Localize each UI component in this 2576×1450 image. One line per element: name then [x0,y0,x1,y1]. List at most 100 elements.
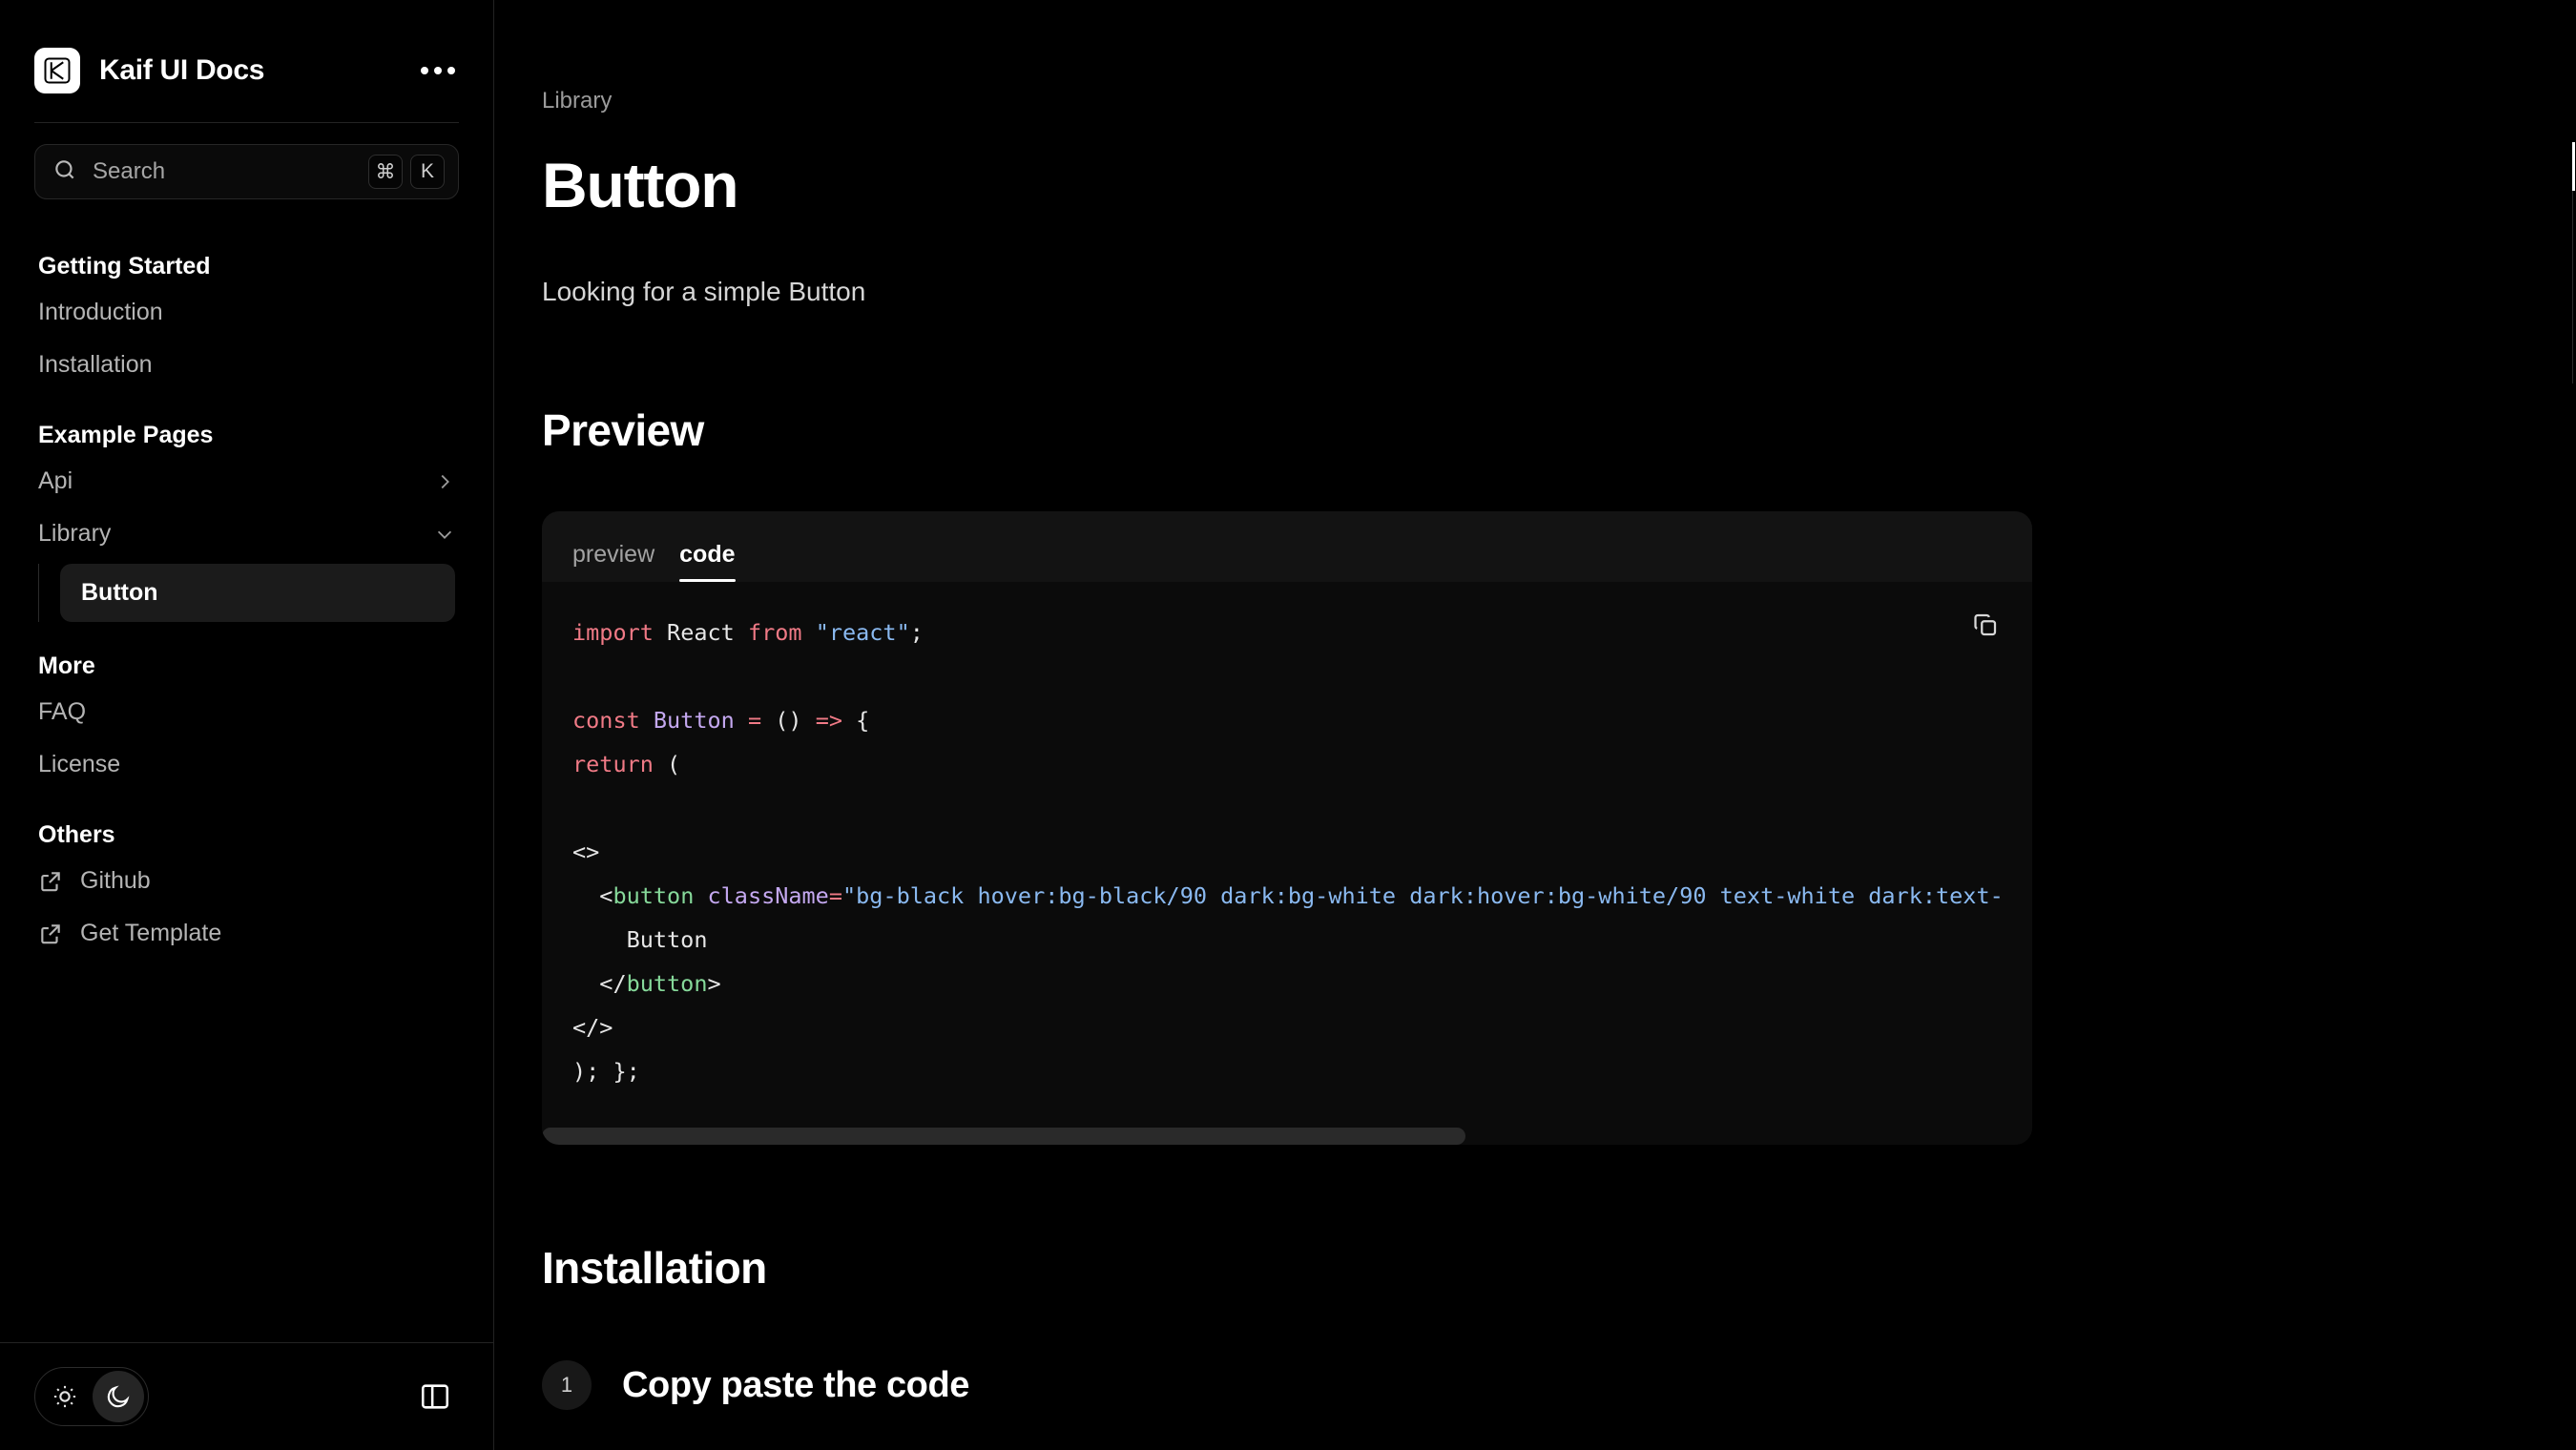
nav-group-title: Example Pages [38,422,214,448]
nav-group-example-pages: Example Pages Api Library Button [0,401,493,622]
breadcrumb[interactable]: Library [542,88,2576,114]
dot [434,67,442,74]
sidebar-item-label: Introduction [38,299,163,325]
search-shortcut: ⌘ K [368,155,445,189]
copy-icon[interactable] [1971,611,2000,644]
sidebar-item-label: Button [81,579,158,606]
sidebar-item-introduction[interactable]: Introduction [0,286,493,339]
sidebar-item-label: Github [80,867,151,894]
code-token: <> [572,839,600,865]
sidebar-item-label: FAQ [38,698,87,725]
code-token: Button [572,926,708,953]
code-token: () [775,707,816,734]
code-token: > [707,970,721,997]
nav-group-title: More [38,652,95,679]
code-token: button [613,882,708,909]
sidebar-toggle-icon[interactable] [411,1373,459,1420]
step-number-badge: 1 [542,1360,592,1410]
sidebar-item-api[interactable]: Api [0,455,493,508]
sidebar-item-label: License [38,751,121,777]
tab-code[interactable]: code [679,541,736,582]
code-snippet[interactable]: import React from "react"; const Button … [572,611,2002,1145]
nav-group-others: Others Github Get Template [0,800,493,960]
nav-group-title: Getting Started [38,253,211,280]
sidebar-item-get-template[interactable]: Get Template [0,907,493,960]
nav-group-getting-started: Getting Started Introduction Installatio… [0,232,493,391]
theme-toggle[interactable] [34,1367,149,1426]
code-token: from [747,619,816,646]
app-logo-icon[interactable] [34,48,80,93]
code-token: </> [572,1014,613,1041]
external-link-icon [38,922,63,946]
sidebar-item-github[interactable]: Github [0,855,493,907]
app-title: Kaif UI Docs [99,54,265,86]
sidebar-item-faq[interactable]: FAQ [0,686,493,738]
kbd-k: K [410,155,445,189]
chevron-right-icon[interactable] [434,471,455,492]
code-scrollbar[interactable] [542,1128,2032,1145]
code-token: "react" [815,619,910,646]
code-token: ); }; [572,1058,640,1085]
sidebar-item-button[interactable]: Button [60,564,455,622]
nav-group-title: Others [38,821,115,848]
code-token: = [747,707,776,734]
sidebar-subnav-library: Button [38,564,493,622]
sidebar-nav: Getting Started Introduction Installatio… [0,199,493,1342]
tab-preview[interactable]: preview [572,541,654,582]
code-token: import [572,619,668,646]
sidebar-footer [0,1343,493,1450]
code-token: const [572,707,654,734]
code-token: = [828,882,842,909]
code-card-tabs: preview code [542,511,2032,582]
external-link-icon [38,869,63,894]
page-title: Button [542,150,739,220]
sidebar: Kaif UI Docs Search ⌘ K Getting Started … [0,0,494,1450]
search-input[interactable]: Search ⌘ K [34,144,459,199]
list-icon [2572,88,2576,117]
app-root: Kaif UI Docs Search ⌘ K Getting Started … [0,0,2576,1450]
sidebar-item-label: Installation [38,351,153,378]
section-title-preview: Preview [542,405,704,455]
sidebar-item-label: Library [38,520,112,547]
dot [447,67,455,74]
code-token: button [626,970,708,997]
code-token: ( [667,751,681,777]
code-token: => [815,707,857,734]
logo-k-glyph [44,57,71,84]
sidebar-item-label: Get Template [80,920,222,946]
page-subtitle: Looking for a simple Button [542,277,866,306]
code-token: { [856,707,870,734]
main-content: Library Button Looking for a simple Butt… [494,0,2576,1450]
code-token: Button [653,707,748,734]
code-scrollbar-thumb[interactable] [542,1128,1466,1145]
sidebar-item-label: Api [38,467,73,494]
sidebar-item-library[interactable]: Library [0,508,493,560]
doc-body: Library Button Looking for a simple Butt… [494,0,2576,1410]
code-token: className [707,882,829,909]
code-token: ; [909,619,924,646]
search-icon [52,157,77,187]
code-token: < [572,882,613,909]
chevron-down-icon[interactable] [434,524,455,545]
dot [421,67,428,74]
toc-list: PreviewInstallationCopy paste the codeUs… [2572,142,2576,383]
code-token: React [667,619,748,646]
toc-header: On this page [2572,88,2576,117]
section-title-installation: Installation [542,1243,767,1293]
sidebar-header: Kaif UI Docs [0,0,493,113]
sun-icon[interactable] [39,1371,91,1422]
on-this-page-toc: On this page PreviewInstallationCopy pas… [2572,88,2576,383]
sidebar-item-installation[interactable]: Installation [0,339,493,391]
code-body: import React from "react"; const Button … [542,582,2032,1145]
sidebar-item-license[interactable]: License [0,738,493,791]
kbd-command: ⌘ [368,155,403,189]
code-token: "bg-black hover:bg-black/90 dark:bg-whit… [842,882,2002,909]
nav-group-more: More FAQ License [0,632,493,791]
code-token: </ [572,970,627,997]
search-container: Search ⌘ K [0,123,493,199]
code-token: return [572,751,668,777]
moon-icon[interactable] [93,1371,144,1422]
code-card: preview code import React from "react"; … [542,511,2032,1145]
install-step: 1 Copy paste the code [542,1360,2576,1410]
more-options-icon[interactable] [417,57,459,84]
